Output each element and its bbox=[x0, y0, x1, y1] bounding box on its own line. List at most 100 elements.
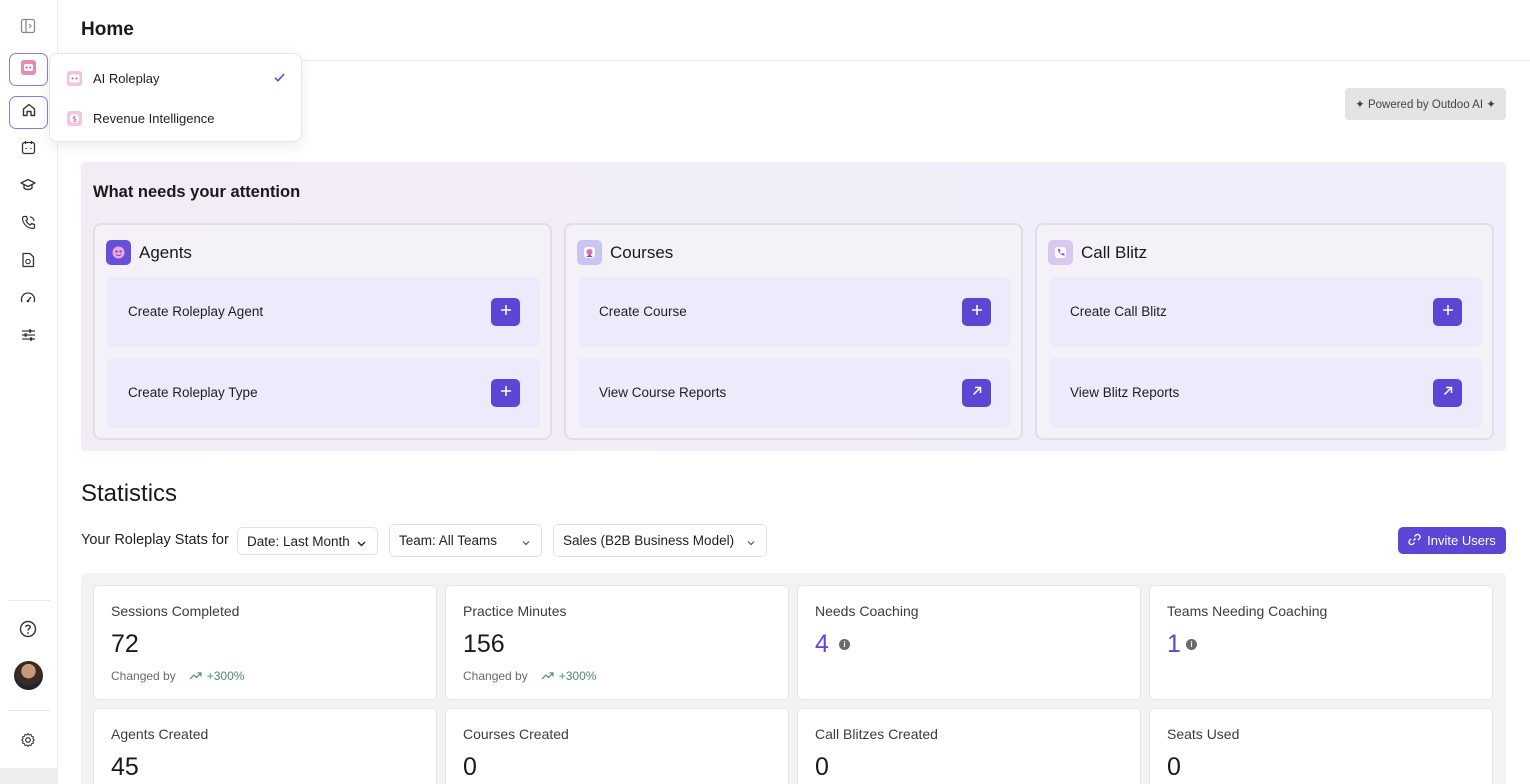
create-roleplay-type-action[interactable]: Create Roleplay Type bbox=[107, 358, 540, 428]
nav-settings-sliders[interactable] bbox=[17, 326, 39, 348]
action-label: Create Roleplay Type bbox=[128, 385, 258, 400]
changed-by-label: Changed by bbox=[463, 669, 528, 683]
arrow-up-right-icon bbox=[971, 384, 983, 402]
collapse-sidebar-icon[interactable] bbox=[17, 15, 39, 37]
nav-courses[interactable] bbox=[17, 176, 39, 198]
powered-by-badge: ✦ Powered by Outdoo AI ✦ bbox=[1345, 88, 1506, 120]
plus-button[interactable] bbox=[962, 298, 991, 326]
graduation-cap-icon bbox=[20, 178, 36, 197]
page-title: Home bbox=[81, 19, 134, 40]
chevron-down-icon bbox=[746, 536, 756, 551]
gauge-icon bbox=[20, 291, 36, 310]
stat-label: Needs Coaching bbox=[815, 603, 919, 619]
app-option-ai-roleplay[interactable]: AI Roleplay bbox=[50, 59, 301, 97]
phone-icon bbox=[21, 215, 36, 235]
nav-roleplay[interactable] bbox=[17, 139, 39, 161]
app-switcher-button[interactable] bbox=[9, 53, 48, 86]
action-label: View Course Reports bbox=[599, 385, 727, 400]
plus-button[interactable] bbox=[1433, 298, 1462, 326]
nav-reports[interactable] bbox=[17, 251, 39, 273]
plus-icon bbox=[1442, 303, 1454, 321]
sidebar-footer-strip bbox=[0, 768, 57, 784]
stat-card-seats-used: Seats Used 0 bbox=[1149, 708, 1493, 784]
check-icon bbox=[273, 71, 286, 87]
stat-label: Agents Created bbox=[111, 726, 209, 742]
stat-card-agents-created: Agents Created 45 bbox=[93, 708, 437, 784]
courses-card: Courses Create Course View Course Report… bbox=[564, 223, 1023, 440]
plus-icon bbox=[500, 384, 512, 402]
statistics-title: Statistics bbox=[81, 480, 178, 507]
help-button[interactable] bbox=[17, 620, 39, 642]
open-button[interactable] bbox=[1433, 379, 1462, 407]
stat-value[interactable]: 4 bbox=[815, 630, 829, 659]
stat-value: 0 bbox=[815, 753, 829, 781]
open-button[interactable] bbox=[962, 379, 991, 407]
app-option-revenue-intelligence[interactable]: $ Revenue Intelligence bbox=[50, 99, 301, 137]
info-icon[interactable]: i bbox=[839, 639, 850, 650]
ai-roleplay-app-icon bbox=[20, 59, 37, 81]
plus-button[interactable] bbox=[491, 298, 520, 326]
nav-analytics[interactable] bbox=[17, 289, 39, 311]
team-filter-value: Team: All Teams bbox=[399, 533, 498, 548]
app-option-label: Revenue Intelligence bbox=[93, 110, 215, 126]
arrow-up-right-icon bbox=[1442, 384, 1454, 402]
revenue-intelligence-app-icon: $ bbox=[67, 110, 82, 126]
courses-icon bbox=[577, 240, 602, 265]
sliders-icon bbox=[21, 328, 36, 347]
team-filter-select[interactable]: Team: All Teams bbox=[389, 524, 542, 557]
trending-up-icon bbox=[541, 669, 559, 683]
stat-card-teams-needing-coaching[interactable]: Teams Needing Coaching 1 i bbox=[1149, 585, 1493, 700]
info-icon[interactable]: i bbox=[1186, 639, 1197, 650]
agents-icon bbox=[106, 240, 131, 265]
invite-users-label: Invite Users bbox=[1427, 533, 1496, 548]
stat-value: 72 bbox=[111, 630, 139, 658]
link-icon bbox=[1408, 533, 1427, 549]
stat-label: Practice Minutes bbox=[463, 603, 567, 619]
sidebar-divider bbox=[8, 600, 50, 601]
stat-card-needs-coaching[interactable]: Needs Coaching 4 i bbox=[797, 585, 1141, 700]
settings-button[interactable] bbox=[17, 731, 39, 753]
changed-by-label: Changed by bbox=[111, 669, 176, 683]
create-course-action[interactable]: Create Course bbox=[578, 277, 1011, 347]
gear-icon bbox=[20, 732, 36, 753]
user-avatar[interactable] bbox=[14, 661, 43, 690]
chevron-down-icon bbox=[356, 537, 367, 552]
stat-value[interactable]: 1 bbox=[1167, 630, 1181, 659]
view-course-reports-action[interactable]: View Course Reports bbox=[578, 358, 1011, 428]
stat-label: Call Blitzes Created bbox=[815, 726, 938, 742]
top-header: Home bbox=[58, 0, 1530, 61]
stats-panel: Sessions Completed 72 Changed by +300% P… bbox=[81, 573, 1506, 784]
business-model-select[interactable]: Sales (B2B Business Model) bbox=[553, 524, 767, 557]
stat-card-sessions-completed: Sessions Completed 72 Changed by +300% bbox=[93, 585, 437, 700]
agents-card: Agents Create Roleplay Agent Create Role… bbox=[93, 223, 552, 440]
nav-home[interactable] bbox=[9, 96, 48, 129]
svg-text:$: $ bbox=[72, 114, 77, 123]
stat-card-practice-minutes: Practice Minutes 156 Changed by +300% bbox=[445, 585, 789, 700]
stat-card-call-blitzes-created: Call Blitzes Created 0 bbox=[797, 708, 1141, 784]
change-percent: +300% bbox=[206, 669, 245, 683]
stat-change: Changed by +300% bbox=[111, 669, 244, 683]
date-filter-value: Date: Last Month bbox=[247, 533, 350, 549]
plus-icon bbox=[500, 303, 512, 321]
plus-button[interactable] bbox=[491, 379, 520, 407]
app-option-label: AI Roleplay bbox=[93, 70, 160, 86]
action-label: Create Roleplay Agent bbox=[128, 304, 264, 319]
attention-panel: What needs your attention Agents Create … bbox=[81, 162, 1506, 451]
bot-icon bbox=[21, 140, 36, 160]
date-filter-select[interactable]: Date: Last Month bbox=[237, 527, 378, 555]
stat-label: Courses Created bbox=[463, 726, 569, 742]
create-call-blitz-action[interactable]: Create Call Blitz bbox=[1049, 277, 1482, 347]
document-icon bbox=[21, 252, 35, 273]
view-blitz-reports-action[interactable]: View Blitz Reports bbox=[1049, 358, 1482, 428]
sidebar-divider bbox=[8, 710, 50, 711]
app-switcher-dropdown: AI Roleplay $ Revenue Intelligence bbox=[49, 53, 302, 142]
invite-users-button[interactable]: Invite Users bbox=[1398, 527, 1506, 554]
stats-for-label: Your Roleplay Stats for bbox=[81, 532, 229, 548]
create-roleplay-agent-action[interactable]: Create Roleplay Agent bbox=[107, 277, 540, 347]
action-label: View Blitz Reports bbox=[1070, 385, 1180, 400]
nav-calls[interactable] bbox=[17, 214, 39, 236]
stat-value: 156 bbox=[463, 630, 505, 658]
card-title: Agents bbox=[139, 242, 192, 262]
stat-label: Seats Used bbox=[1167, 726, 1240, 742]
stat-change: Changed by +300% bbox=[463, 669, 596, 683]
